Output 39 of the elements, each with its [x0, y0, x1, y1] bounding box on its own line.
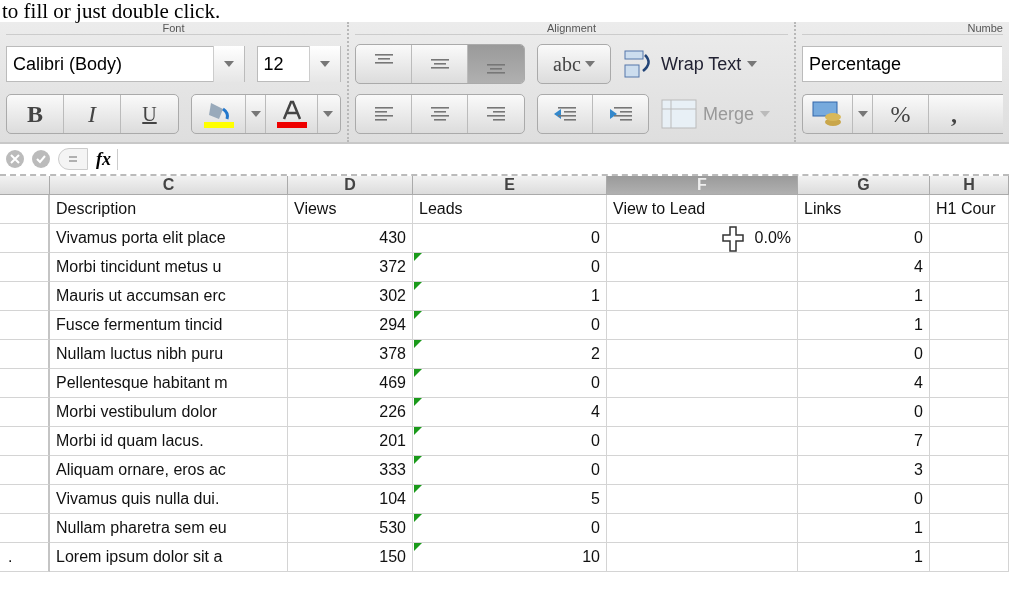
- group-label: Font: [162, 22, 185, 34]
- group-label: Alignment: [547, 22, 596, 34]
- text-lines-icon: [484, 104, 508, 124]
- caret-icon: [584, 61, 595, 67]
- text-lines-icon: [430, 59, 449, 69]
- table-cell: .: [0, 543, 50, 572]
- underline-button[interactable]: U: [121, 95, 178, 133]
- column-header[interactable]: E: [413, 176, 607, 195]
- caret-icon: [747, 61, 758, 67]
- bold-button[interactable]: B: [7, 95, 64, 133]
- wrap-text-button[interactable]: Wrap Text: [623, 49, 758, 79]
- fx-label: fx: [96, 148, 118, 170]
- font-size-dropdown[interactable]: 12: [256, 46, 341, 82]
- group-label: Numbe: [967, 22, 1003, 34]
- italic-button[interactable]: I: [64, 95, 121, 133]
- caret-icon: [760, 111, 771, 117]
- caret-icon: [320, 61, 330, 67]
- merge-cells-icon: [661, 99, 697, 129]
- comma-button[interactable]: ,: [929, 95, 979, 133]
- column-header[interactable]: H: [930, 176, 1009, 195]
- text-lines-icon: [487, 64, 505, 74]
- caption-text: to fill or just double click.: [2, 1, 221, 21]
- table-cell: 150: [288, 543, 413, 572]
- column-header[interactable]: C: [50, 176, 288, 195]
- orientation-button[interactable]: abc: [538, 45, 610, 83]
- column-header[interactable]: D: [288, 176, 413, 195]
- table-cell: Lorem ipsum dolor sit a: [50, 543, 288, 572]
- caret-icon: [323, 111, 334, 117]
- caret-icon: [250, 111, 261, 117]
- text-lines-icon: [374, 54, 393, 64]
- caret-icon: [223, 61, 234, 67]
- column-header[interactable]: G: [798, 176, 930, 195]
- number-format-field[interactable]: Percentage: [802, 46, 1002, 82]
- percent-button[interactable]: %: [873, 95, 929, 133]
- equals-icon[interactable]: [58, 148, 88, 170]
- table-cell: 10: [413, 543, 607, 572]
- font-family-dropdown[interactable]: Calibri (Body): [6, 46, 245, 82]
- table-cell: 1: [798, 543, 930, 572]
- caret-icon: [857, 111, 868, 117]
